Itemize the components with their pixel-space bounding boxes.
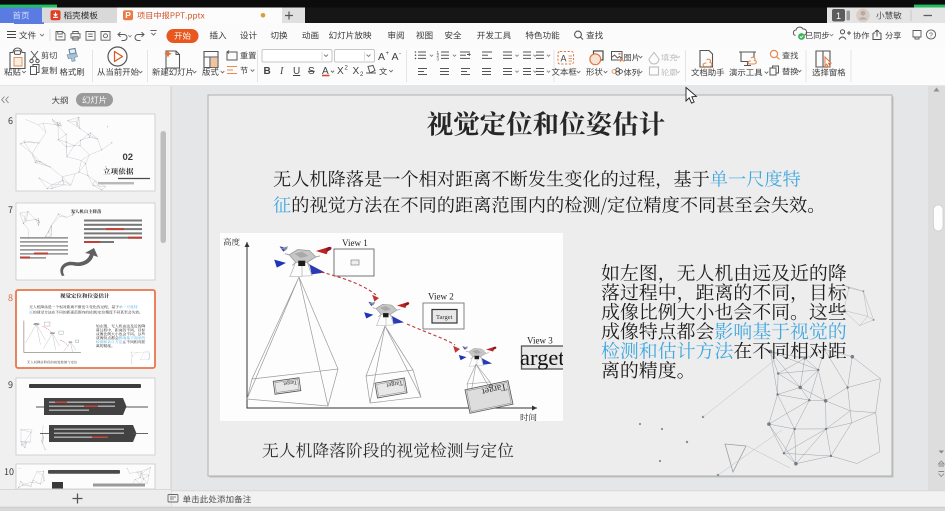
svg-text:arget: arget [520,345,565,370]
svg-text:I: I [279,66,284,77]
svg-text:X: X [337,66,344,77]
svg-text:?: ? [929,32,933,39]
svg-text:1: 1 [836,11,841,21]
svg-text:02: 02 [123,152,134,163]
svg-text:X: X [353,66,360,77]
svg-text:A: A [392,51,399,63]
svg-text:View 1: View 1 [342,238,368,248]
svg-text:View 2: View 2 [428,292,454,302]
svg-text:A: A [378,51,385,63]
svg-text:S: S [308,66,315,77]
svg-text:U: U [293,66,300,77]
svg-text:B: B [264,66,271,77]
svg-text:View 3: View 3 [527,336,553,346]
svg-text:Target: Target [436,314,453,321]
svg-text:P: P [125,10,131,20]
svg-text:+: + [386,51,390,57]
svg-text:-: - [399,51,401,57]
svg-text:A: A [561,54,567,64]
